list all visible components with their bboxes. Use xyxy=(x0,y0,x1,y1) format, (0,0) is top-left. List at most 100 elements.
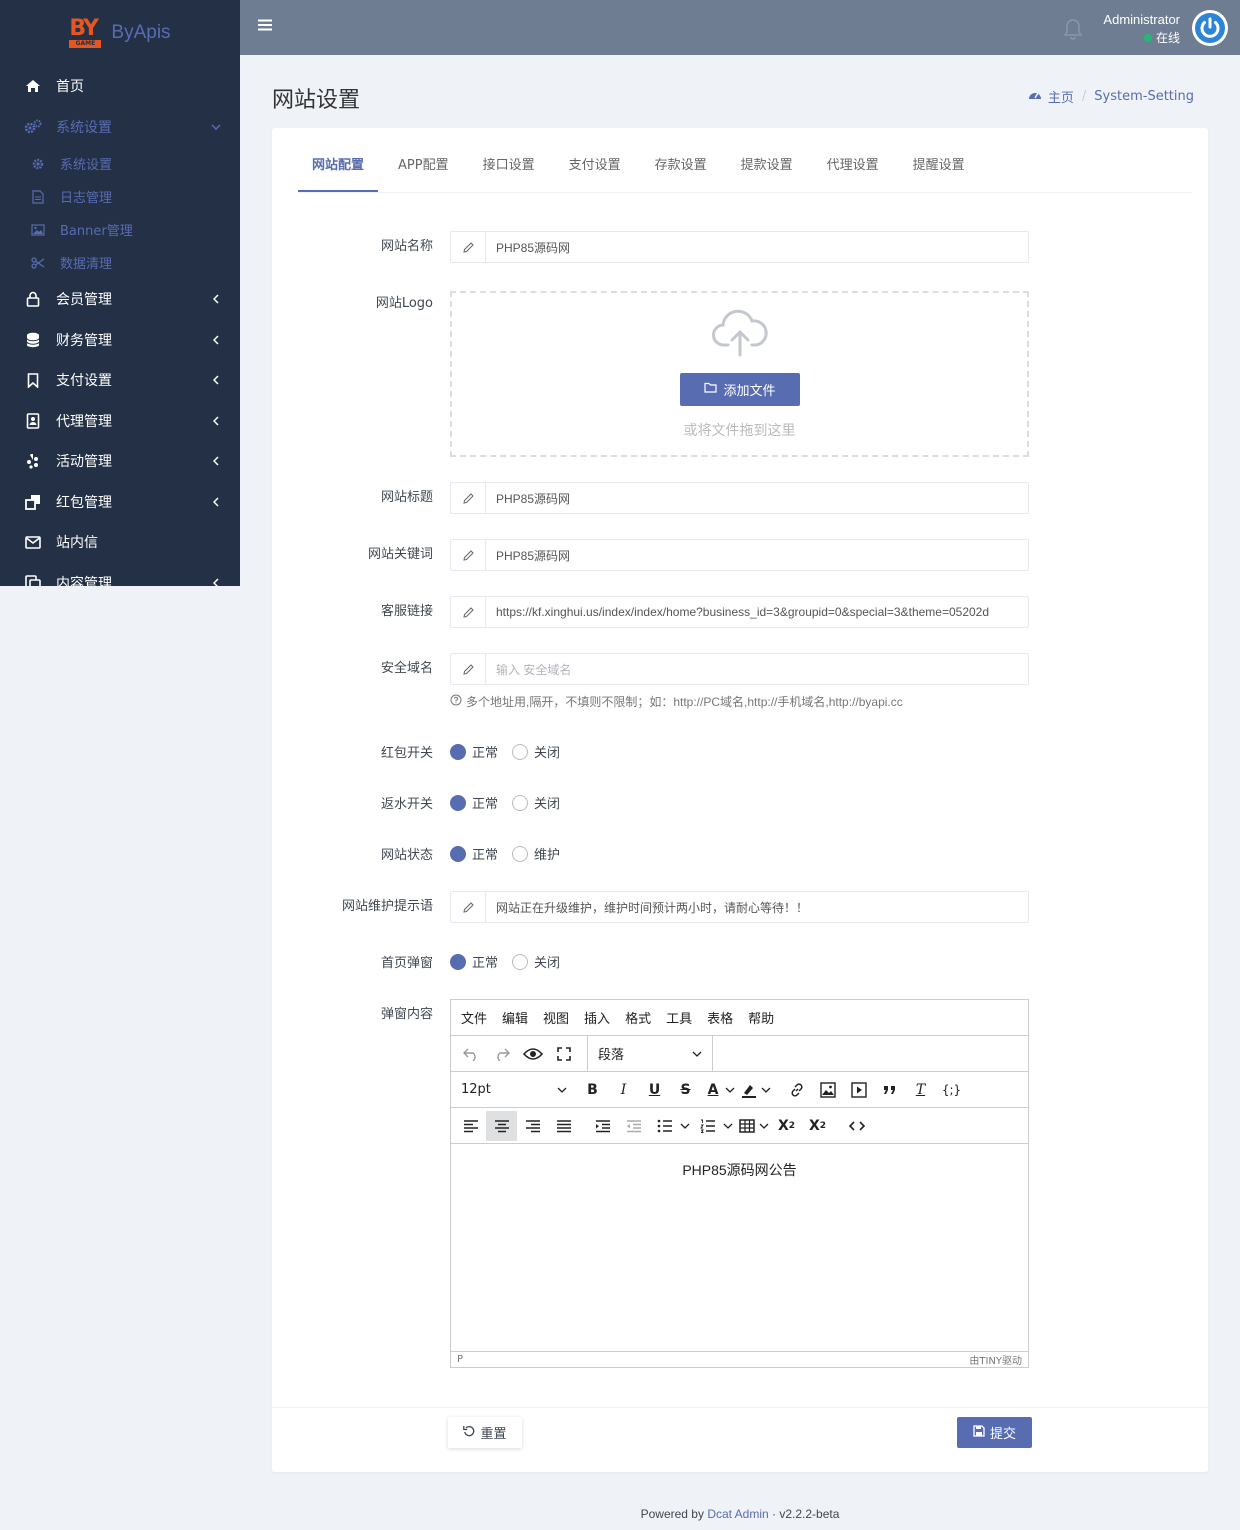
font-size-dropdown[interactable]: 12pt xyxy=(451,1072,577,1108)
editor-menu-edit[interactable]: 编辑 xyxy=(502,1008,528,1027)
editor-toolbar-2: 12pt B I U S A T {;} xyxy=(451,1072,1028,1108)
rebate-normal-radio[interactable]: 正常 xyxy=(450,793,498,812)
maint-text-field[interactable]: 网站正在升级维护，维护时间预计两小时，请耐心等待！！ xyxy=(450,891,1029,923)
chevron-down-icon[interactable] xyxy=(680,1123,692,1129)
add-file-button[interactable]: 添加文件 xyxy=(680,373,800,406)
chevron-down-icon[interactable] xyxy=(759,1123,771,1129)
menu-toggle-icon[interactable] xyxy=(258,18,272,32)
status-maint-radio[interactable]: 维护 xyxy=(512,844,560,863)
strikethrough-icon[interactable]: S xyxy=(670,1075,701,1105)
avatar[interactable] xyxy=(1192,10,1228,46)
tab-withdraw-settings[interactable]: 提款设置 xyxy=(727,146,807,192)
keywords-field[interactable]: PHP85源码网 xyxy=(450,539,1029,571)
editor-path[interactable]: P xyxy=(457,1354,463,1365)
editor-menu-view[interactable]: 视图 xyxy=(543,1008,569,1027)
highlight-color-icon[interactable] xyxy=(737,1075,761,1105)
sidebar-subitem-logs[interactable]: 日志管理 xyxy=(0,180,240,213)
editor-menu-file[interactable]: 文件 xyxy=(461,1008,487,1027)
sidebar-item-members[interactable]: 会员管理 xyxy=(0,279,240,320)
insert-media-icon[interactable] xyxy=(843,1075,874,1105)
site-title-field[interactable]: PHP85源码网 xyxy=(450,482,1029,514)
blockquote-icon[interactable] xyxy=(874,1075,905,1105)
tab-site-config[interactable]: 网站配置 xyxy=(298,146,379,192)
chevron-down-icon[interactable] xyxy=(725,1087,737,1093)
editor-menu-help[interactable]: 帮助 xyxy=(748,1008,774,1027)
sidebar-item-redpacks[interactable]: 红包管理 xyxy=(0,482,240,523)
sidebar-subitem-cleanup[interactable]: 数据清理 xyxy=(0,246,240,279)
table-icon[interactable] xyxy=(735,1111,759,1141)
tab-app-config[interactable]: APP配置 xyxy=(384,146,463,192)
redpack-normal-radio[interactable]: 正常 xyxy=(450,742,498,761)
save-icon xyxy=(973,1424,985,1441)
editor-menu-format[interactable]: 格式 xyxy=(625,1008,651,1027)
insert-image-icon[interactable] xyxy=(812,1075,843,1105)
sidebar-subitem-banner[interactable]: Banner管理 xyxy=(0,213,240,246)
text-color-icon[interactable]: A xyxy=(701,1075,725,1105)
tab-api-settings[interactable]: 接口设置 xyxy=(469,146,549,192)
sidebar-item-home[interactable]: 首页 xyxy=(0,66,240,107)
subscript-icon[interactable]: X2 xyxy=(771,1111,802,1141)
align-right-icon[interactable] xyxy=(517,1111,548,1141)
user-name[interactable]: Administrator xyxy=(1103,12,1180,27)
editor-menu-insert[interactable]: 插入 xyxy=(584,1008,610,1027)
service-link-field[interactable]: https://kf.xinghui.us/index/index/home?b… xyxy=(450,596,1029,628)
reset-button[interactable]: 重置 xyxy=(448,1417,522,1448)
bullet-list-icon[interactable] xyxy=(649,1111,680,1141)
status-normal-radio[interactable]: 正常 xyxy=(450,844,498,863)
sidebar-item-activities[interactable]: 活动管理 xyxy=(0,441,240,482)
footer-prefix: Powered by xyxy=(640,1507,704,1521)
breadcrumb-home[interactable]: 主页 xyxy=(1048,87,1074,106)
editor-powered[interactable]: 由TINY驱动 xyxy=(969,1352,1022,1367)
site-name-field[interactable]: PHP85源码网 xyxy=(450,231,1029,263)
brand[interactable]: BY GAME ByApis xyxy=(0,0,240,66)
domain-label: 安全域名 xyxy=(380,661,433,676)
superscript-icon[interactable]: X2 xyxy=(802,1111,833,1141)
domain-field[interactable]: 输入 安全域名 xyxy=(450,653,1029,685)
numbered-list-icon[interactable] xyxy=(692,1111,723,1141)
chevron-down-icon[interactable] xyxy=(723,1123,735,1129)
undo-icon[interactable] xyxy=(455,1039,486,1069)
rebate-close-radio[interactable]: 关闭 xyxy=(512,793,560,812)
preview-eye-icon[interactable] xyxy=(517,1039,548,1069)
file-icon xyxy=(30,189,46,205)
underline-icon[interactable]: U xyxy=(639,1075,670,1105)
align-left-icon[interactable] xyxy=(455,1111,486,1141)
tab-payment-settings[interactable]: 支付设置 xyxy=(555,146,635,192)
popup-close-radio[interactable]: 关闭 xyxy=(512,952,560,971)
sidebar-item-payment[interactable]: 支付设置 xyxy=(0,360,240,401)
align-center-icon[interactable] xyxy=(486,1110,517,1141)
tab-reminder-settings[interactable]: 提醒设置 xyxy=(899,146,979,192)
editor-content[interactable]: PHP85源码网公告 xyxy=(451,1144,1028,1350)
bell-icon[interactable] xyxy=(1063,18,1083,40)
source-code-icon[interactable] xyxy=(841,1111,872,1141)
sidebar-item-messages[interactable]: 站内信 xyxy=(0,522,240,563)
sidebar-item-agents[interactable]: 代理管理 xyxy=(0,401,240,442)
code-sample-icon[interactable]: {;} xyxy=(936,1075,967,1105)
sidebar-item-content[interactable]: 内容管理 xyxy=(0,563,240,586)
footer-brand-link[interactable]: Dcat Admin xyxy=(707,1507,768,1521)
editor-menu-tools[interactable]: 工具 xyxy=(666,1008,692,1027)
tab-deposit-settings[interactable]: 存款设置 xyxy=(641,146,721,192)
gears-icon xyxy=(24,118,42,136)
editor-menu-table[interactable]: 表格 xyxy=(707,1008,733,1027)
tab-agent-settings[interactable]: 代理设置 xyxy=(813,146,893,192)
block-format-dropdown[interactable]: 段落 xyxy=(588,1036,712,1072)
bold-icon[interactable]: B xyxy=(577,1075,608,1105)
clear-format-icon[interactable]: T xyxy=(905,1075,936,1105)
sidebar-item-finance[interactable]: 财务管理 xyxy=(0,320,240,361)
submit-button[interactable]: 提交 xyxy=(957,1417,1032,1448)
italic-icon[interactable]: I xyxy=(608,1075,639,1105)
redpack-close-radio[interactable]: 关闭 xyxy=(512,742,560,761)
logo-dropzone[interactable]: 添加文件 或将文件拖到这里 xyxy=(450,291,1029,457)
chevron-down-icon[interactable] xyxy=(761,1087,773,1093)
fullscreen-icon[interactable] xyxy=(548,1039,579,1069)
sidebar-subitem-system[interactable]: 系统设置 xyxy=(0,147,240,180)
redo-icon[interactable] xyxy=(486,1039,517,1069)
outdent-icon[interactable] xyxy=(618,1111,649,1141)
popup-normal-radio[interactable]: 正常 xyxy=(450,952,498,971)
chevron-left-icon xyxy=(210,577,222,586)
sidebar-item-system[interactable]: 系统设置 xyxy=(0,107,240,148)
align-justify-icon[interactable] xyxy=(548,1111,579,1141)
indent-icon[interactable] xyxy=(587,1111,618,1141)
link-icon[interactable] xyxy=(781,1075,812,1105)
